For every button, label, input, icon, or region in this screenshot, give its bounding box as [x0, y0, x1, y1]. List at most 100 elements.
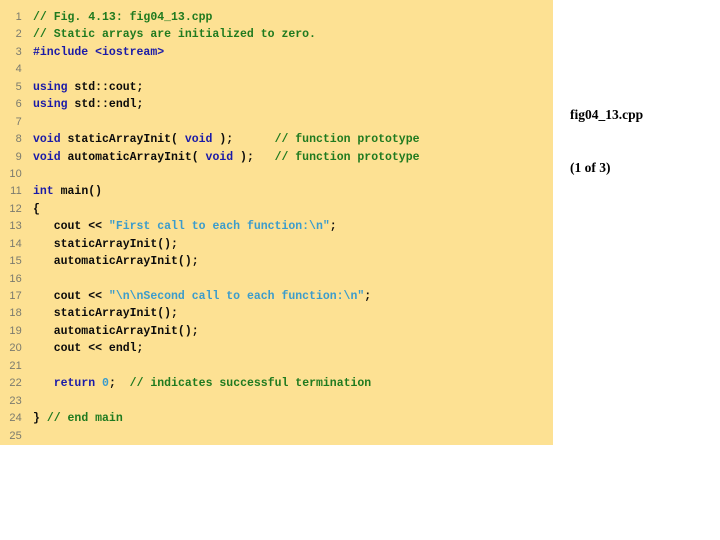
line-source: #include <iostream> — [22, 44, 164, 61]
code-token: using — [33, 98, 68, 112]
code-listing-panel: 1 // Fig. 4.13: fig04_13.cpp 2 // Static ar… — [0, 0, 553, 445]
line-number: 19 — [9, 324, 22, 337]
line-source: } // end main — [22, 410, 123, 427]
line-number: 10 — [9, 167, 22, 180]
code-line: 8 void staticArrayInit( void ); // functi… — [0, 131, 553, 148]
code-line: 4 — [0, 61, 553, 78]
code-token: // end main — [46, 412, 123, 426]
code-line: 18 staticArrayInit(); — [0, 305, 553, 322]
line-number: 17 — [9, 290, 22, 302]
code-token: // indicates successful termination — [129, 377, 372, 391]
code-token: ); — [233, 150, 275, 164]
line-number: 14 — [9, 237, 22, 250]
code-token: { — [33, 202, 40, 216]
code-token: staticArrayInit( — [60, 133, 185, 147]
code-line: 2 // Static arrays are initialized to zer… — [0, 26, 553, 43]
code-token: #include <iostream> — [33, 45, 165, 59]
code-token: main() — [53, 185, 103, 199]
line-number: 5 — [15, 80, 22, 93]
line-source: using std::endl; — [22, 96, 143, 113]
line-source: automaticArrayInit(); — [22, 323, 199, 340]
line-number: 18 — [9, 307, 22, 320]
code-token: // Static arrays are initialized to zero… — [33, 28, 316, 42]
code-line: 21 — [0, 358, 553, 375]
line-source: staticArrayInit(); — [22, 305, 178, 322]
code-line: 5 using std::cout; — [0, 79, 553, 96]
code-token: ; — [108, 377, 130, 391]
code-line: 9 void automaticArrayInit( void ); // fun… — [0, 149, 553, 166]
line-source: { — [22, 201, 40, 218]
caption-pagination: (1 of 3) — [570, 159, 611, 175]
code-token: using — [33, 80, 68, 94]
code-token: automaticArrayInit( — [60, 150, 206, 164]
line-number: 4 — [15, 63, 22, 76]
line-number: 1 — [15, 11, 22, 23]
code-line: 6 using std::endl; — [0, 96, 553, 113]
code-token: cout << — [33, 290, 109, 303]
code-token: } — [33, 412, 47, 426]
line-number: 12 — [9, 202, 22, 215]
line-source: void automaticArrayInit( void ); // func… — [22, 149, 420, 166]
code-token: void — [205, 150, 234, 164]
code-line: 7 — [0, 114, 553, 131]
line-source: using std::cout; — [22, 79, 143, 96]
code-line: 24} // end main — [0, 410, 553, 427]
code-line: 12 { — [0, 201, 553, 218]
code-line: 3 #include <iostream> — [0, 44, 553, 61]
code-token: cout << — [33, 220, 109, 234]
code-token: void — [33, 133, 61, 147]
code-lines-container: 1 // Fig. 4.13: fig04_13.cpp 2 // Static ar… — [0, 9, 553, 445]
code-line: 14 staticArrayInit(); — [0, 236, 553, 253]
line-source: cout << "First call to each function:\n"… — [22, 218, 337, 235]
code-line: 15 automaticArrayInit(); — [0, 253, 553, 270]
code-token: std::endl; — [67, 98, 144, 112]
code-token: ; — [364, 290, 372, 303]
line-number: 20 — [9, 342, 22, 355]
code-line: 13 cout << "First call to each function:… — [0, 218, 553, 235]
line-source: int main() — [22, 183, 102, 200]
line-number: 8 — [15, 133, 22, 146]
code-token: std::cout; — [67, 80, 144, 94]
code-token: int — [33, 185, 54, 199]
code-token: automaticArrayInit(); — [33, 255, 199, 269]
figure-caption: fig04_13.cpp (1 of 3) — [570, 71, 643, 194]
code-token: "\n\nSecond call to each function:\n" — [108, 290, 365, 303]
code-token: "First call to each function:\n" — [108, 220, 330, 234]
code-token: void — [184, 133, 213, 147]
code-line: 22 return 0; // indicates successful ter… — [0, 375, 553, 392]
code-token: // Fig. 4.13: fig04_13.cpp — [33, 11, 213, 24]
line-source: return 0; // indicates successful termin… — [22, 375, 372, 392]
code-line: 16 — [0, 271, 553, 288]
caption-filename: fig04_13.cpp — [570, 107, 644, 122]
line-source: staticArrayInit(); — [22, 236, 178, 253]
line-number: 6 — [15, 98, 22, 111]
line-number: 2 — [15, 28, 22, 41]
code-line: 11 int main() — [0, 183, 553, 200]
line-source: void staticArrayInit( void ); // functio… — [22, 131, 420, 148]
code-line: 1 // Fig. 4.13: fig04_13.cpp — [0, 9, 553, 26]
code-token: // function prototype — [274, 150, 420, 164]
line-number: 13 — [9, 220, 22, 233]
line-number: 24 — [9, 412, 22, 425]
line-source: automaticArrayInit(); — [22, 253, 199, 270]
code-token: staticArrayInit(); — [33, 307, 178, 321]
code-token: return — [53, 377, 96, 391]
code-token: ); — [212, 133, 275, 147]
code-token: // function prototype — [274, 133, 420, 147]
code-token: staticArrayInit(); — [33, 237, 178, 251]
line-number: 7 — [15, 115, 22, 128]
line-source: // Fig. 4.13: fig04_13.cpp — [22, 9, 212, 26]
code-token: automaticArrayInit(); — [33, 324, 199, 338]
line-source: cout << endl; — [22, 340, 144, 357]
code-token: ; — [329, 220, 337, 234]
code-line: 10 — [0, 166, 553, 183]
code-line: 20 cout << endl; — [0, 340, 553, 357]
line-number: 9 — [15, 150, 22, 163]
code-line: 23 — [0, 393, 553, 410]
code-line: 25 — [0, 428, 553, 445]
line-number: 23 — [9, 394, 22, 407]
line-number: 25 — [9, 429, 22, 442]
code-token: 0 — [102, 377, 109, 391]
